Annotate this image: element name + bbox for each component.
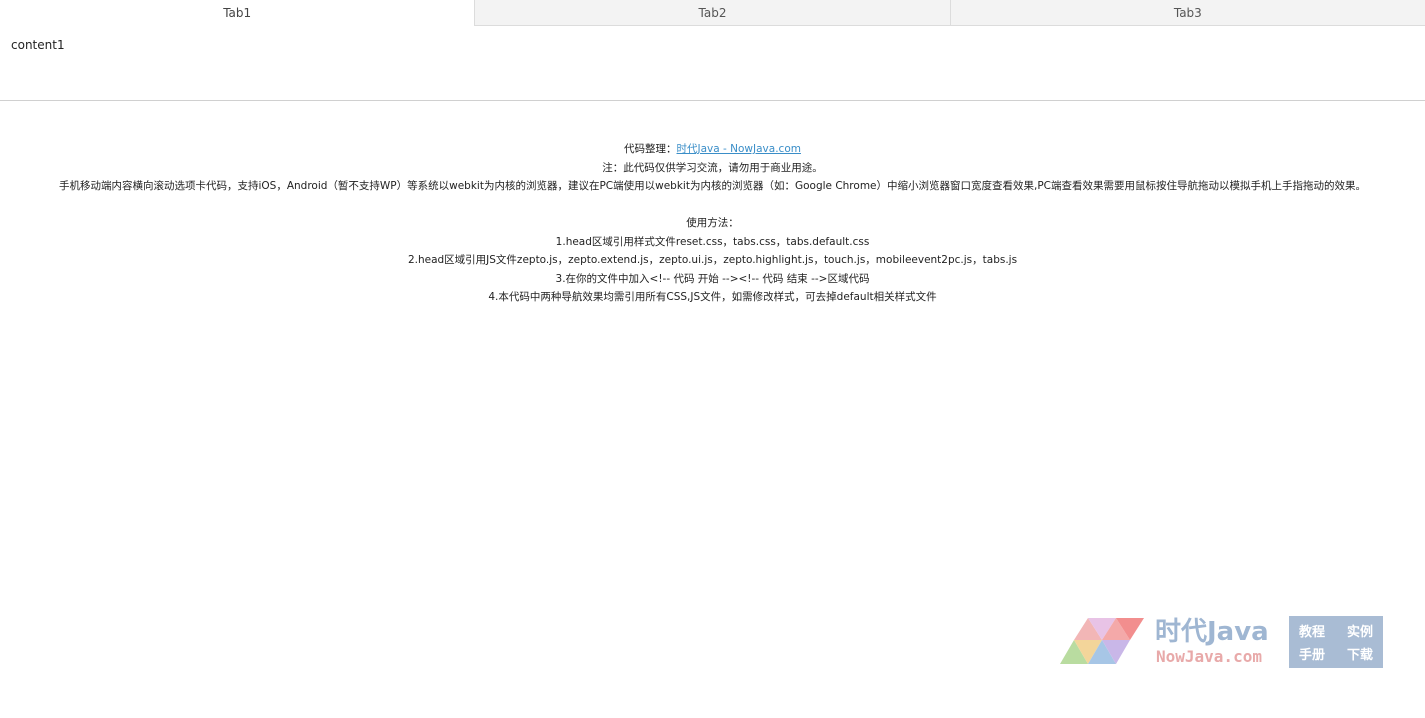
usage-step: 3.在你的文件中加入<!-- 代码 开始 --><!-- 代码 结束 -->区域… (555, 272, 870, 285)
disclaimer-text: 注：此代码仅供学习交流，请勿用于商业用途。 (602, 161, 823, 174)
tab-content-text: content1 (11, 38, 65, 52)
tab-1[interactable]: Tab1 (0, 0, 475, 26)
brand-subtitle: NowJava.com (1156, 647, 1262, 666)
organizer-line: 代码整理：时代Java - NowJava.com (0, 140, 1425, 159)
brand-link-manual[interactable]: 手册 (1299, 644, 1325, 667)
usage-title: 使用方法： (686, 217, 739, 229)
organizer-link[interactable]: 时代Java - NowJava.com (677, 143, 801, 155)
brand-title: 时代Java (1155, 617, 1269, 647)
tab-content-panel: content1 (0, 26, 1425, 101)
brand-link-tutorial[interactable]: 教程 (1299, 621, 1325, 644)
brand-link-download[interactable]: 下载 (1347, 644, 1373, 667)
tab-3[interactable]: Tab3 (949, 0, 1425, 26)
usage-step: 1.head区域引用样式文件reset.css，tabs.css，tabs.de… (555, 235, 870, 248)
usage-step: 4.本代码中两种导航效果均需引用所有CSS,JS文件，如需修改样式，可去掉def… (488, 291, 937, 303)
usage-step: 2.head区域引用JS文件zepto.js，zepto.extend.js，z… (407, 254, 1018, 266)
usage-notes: 代码整理：时代Java - NowJava.com 注：此代码仅供学习交流，请勿… (0, 140, 1425, 307)
description-text: 手机移动端内容横向滚动选项卡代码，支持iOS，Android（暂不支持WP）等系… (58, 180, 1367, 192)
brand-link-examples[interactable]: 实例 (1347, 621, 1373, 644)
brand-nav-box: 教程 实例 手册 下载 (1289, 616, 1383, 668)
site-logo: 时代Java NowJava.com 教程 实例 手册 下载 (1060, 616, 1385, 668)
tab-bar: Tab1 Tab2 Tab3 (0, 0, 1425, 26)
organizer-label: 代码整理： (624, 143, 677, 155)
tab-2[interactable]: Tab2 (474, 0, 950, 26)
triangle-logo-icon (1060, 618, 1144, 664)
